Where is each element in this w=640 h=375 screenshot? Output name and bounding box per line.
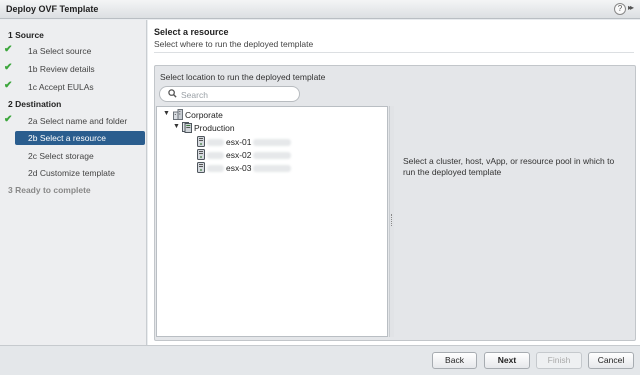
step-label: 1a Select source: [28, 46, 92, 56]
expand-arrow-icon[interactable]: ▼: [163, 110, 170, 117]
tree-node-host[interactable]: esx-02: [197, 149, 307, 161]
step-customize-template[interactable]: 2d Customize template: [0, 166, 147, 180]
step-label: 2b Select a resource: [28, 133, 106, 143]
wizard-steps-nav: 1 Source ✔ 1a Select source ✔ 1b Review …: [0, 20, 147, 345]
cluster-icon: [182, 122, 192, 135]
step-label: 2d Customize template: [28, 168, 115, 178]
step-label: 2c Select storage: [28, 151, 94, 161]
redacted-text: [207, 152, 224, 159]
step-label: 1 Source: [8, 30, 44, 40]
tree-node-cluster[interactable]: ▼ Production: [173, 122, 293, 134]
main-content: Select a resource Select where to run th…: [148, 20, 640, 345]
finish-button[interactable]: Finish: [536, 352, 582, 369]
step-review-details[interactable]: ✔ 1b Review details: [0, 62, 147, 76]
next-button[interactable]: Next: [484, 352, 530, 369]
step-label: 1b Review details: [28, 64, 95, 74]
tree-node-datacenter[interactable]: ▼ Corporate: [163, 109, 283, 121]
step-select-resource[interactable]: 2b Select a resource: [15, 131, 145, 145]
redacted-text: [207, 139, 224, 146]
datacenter-icon: [173, 109, 183, 122]
expand-icon[interactable]: ▸▸: [628, 3, 639, 15]
back-button[interactable]: Back: [432, 352, 477, 369]
redacted-text: [253, 152, 291, 159]
host-icon: [197, 149, 205, 162]
step-label: 2 Destination: [8, 99, 62, 109]
redacted-text: [207, 165, 224, 172]
title-bar: Deploy OVF Template ? ▸▸: [0, 0, 640, 19]
selection-info-pane: Select a cluster, host, vApp, or resourc…: [394, 106, 635, 337]
step-label: 1c Accept EULAs: [28, 82, 94, 92]
host-icon: [197, 162, 205, 175]
tree-node-label: esx-03: [226, 163, 252, 173]
step-source: 1 Source: [0, 28, 147, 42]
tree-node-host[interactable]: esx-01: [197, 136, 307, 148]
step-accept-eulas[interactable]: ✔ 1c Accept EULAs: [0, 80, 147, 94]
search-box[interactable]: [159, 86, 300, 102]
step-label: 3 Ready to complete: [8, 185, 91, 195]
resource-tree[interactable]: ▼ Corporate ▼ Production esx-01 esx-02 e…: [156, 106, 388, 337]
page-subtitle: Select where to run the deployed templat…: [154, 39, 314, 49]
checkmark-icon: ✔: [4, 80, 13, 91]
tree-node-label: esx-02: [226, 150, 252, 160]
search-input[interactable]: [181, 89, 293, 100]
step-ready-to-complete: 3 Ready to complete: [0, 183, 147, 197]
info-message: Select a cluster, host, vApp, or resourc…: [403, 156, 615, 177]
step-select-source[interactable]: ✔ 1a Select source: [0, 44, 147, 58]
redacted-text: [253, 165, 291, 172]
panel-label: Select location to run the deployed temp…: [160, 72, 326, 82]
step-select-storage[interactable]: 2c Select storage: [0, 149, 147, 163]
page-title: Select a resource: [154, 27, 229, 37]
header-divider: [154, 52, 634, 53]
tree-node-host[interactable]: esx-03: [197, 162, 307, 174]
host-icon: [197, 136, 205, 149]
wizard-footer: Back Next Finish Cancel: [0, 345, 640, 375]
expand-arrow-icon[interactable]: ▼: [173, 123, 180, 130]
cancel-button[interactable]: Cancel: [588, 352, 634, 369]
step-destination: 2 Destination: [0, 97, 147, 111]
step-label: 2a Select name and folder: [28, 116, 128, 126]
search-icon: [168, 89, 177, 100]
splitter-grip-icon[interactable]: [391, 214, 393, 226]
redacted-text: [253, 139, 291, 146]
tree-node-label: Corporate: [185, 110, 223, 120]
checkmark-icon: ✔: [4, 62, 13, 73]
checkmark-icon: ✔: [4, 44, 13, 55]
resource-panel: Select location to run the deployed temp…: [154, 65, 636, 341]
help-icon[interactable]: ?: [614, 3, 626, 15]
tree-node-label: Production: [194, 123, 235, 133]
checkmark-icon: ✔: [4, 114, 13, 125]
tree-node-label: esx-01: [226, 137, 252, 147]
window-title: Deploy OVF Template: [6, 4, 99, 14]
step-select-name-folder[interactable]: ✔ 2a Select name and folder: [0, 114, 147, 128]
